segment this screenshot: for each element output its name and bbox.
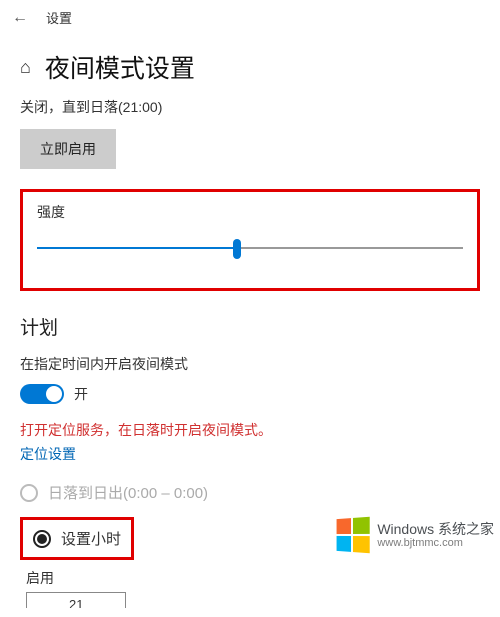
home-icon[interactable]: ⌂	[20, 57, 31, 78]
watermark: Windows 系统之家 www.bjtmmc.com	[335, 518, 494, 552]
location-warning: 打开定位服务，在日落时开启夜间模式。	[20, 420, 480, 440]
plan-section-title: 计划	[20, 313, 480, 340]
enable-time-label: 启用	[26, 568, 480, 588]
intensity-label: 强度	[37, 202, 463, 222]
radio-sethours[interactable]	[33, 530, 51, 548]
back-arrow-icon[interactable]: ←	[12, 9, 28, 27]
radio-sethours-label: 设置小时	[61, 528, 121, 549]
radio-sunset[interactable]	[20, 484, 38, 502]
enable-now-button[interactable]: 立即启用	[20, 129, 116, 169]
time-picker[interactable]: 21	[26, 592, 126, 608]
windows-logo-icon	[337, 517, 370, 554]
settings-label[interactable]: 设置	[46, 8, 72, 27]
schedule-toggle[interactable]	[20, 384, 64, 404]
sethours-highlight-box: 设置小时	[20, 517, 134, 560]
slider-thumb[interactable]	[233, 239, 241, 259]
schedule-toggle-row: 开	[20, 384, 480, 404]
slider-track-filled	[37, 247, 237, 249]
intensity-slider[interactable]	[37, 240, 463, 256]
toggle-knob	[46, 386, 62, 402]
intensity-highlight-box: 强度	[20, 189, 480, 291]
toggle-label: 开	[74, 384, 88, 404]
status-text: 关闭，直到日落(21:00)	[20, 97, 480, 117]
radio-sunset-label: 日落到日出(0:00 – 0:00)	[48, 482, 208, 503]
title-row: ⌂ 夜间模式设置	[0, 35, 500, 93]
top-bar: ← 设置	[0, 0, 500, 35]
location-settings-link[interactable]: 定位设置	[20, 444, 480, 464]
slider-track-empty	[237, 247, 463, 249]
page-title: 夜间模式设置	[45, 49, 195, 85]
radio-row-sunset: 日落到日出(0:00 – 0:00)	[20, 482, 480, 503]
schedule-description: 在指定时间内开启夜间模式	[20, 354, 480, 374]
watermark-text: Windows 系统之家 www.bjtmmc.com	[377, 521, 494, 550]
